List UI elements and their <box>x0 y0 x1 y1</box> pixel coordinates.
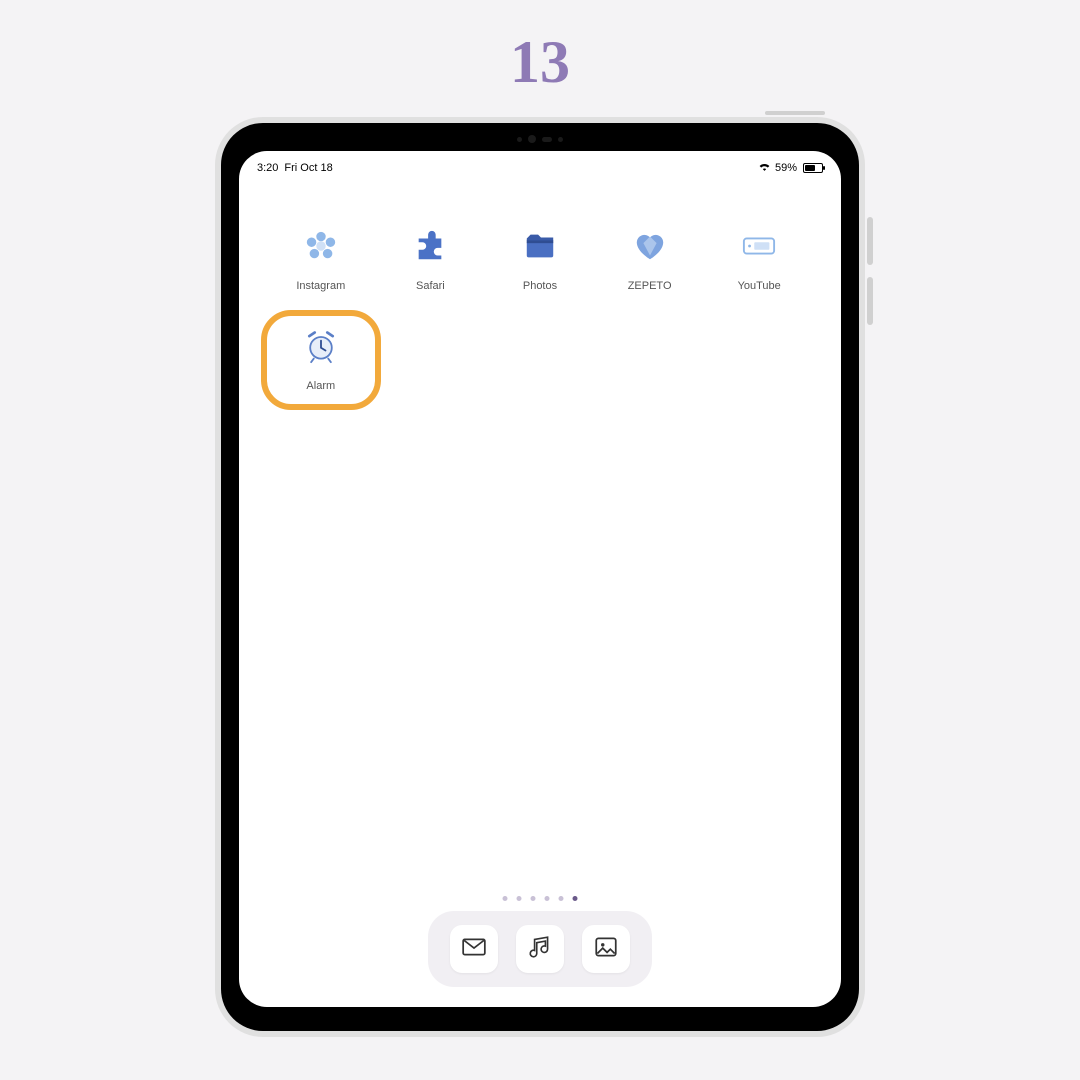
page-dot <box>559 896 564 901</box>
flower-icon <box>303 228 339 264</box>
app-label: Safari <box>416 280 445 292</box>
page-dot <box>531 896 536 901</box>
volume-down-button-icon <box>867 277 873 325</box>
selection-highlight <box>261 310 381 410</box>
dock <box>428 911 652 987</box>
dock-app-music[interactable] <box>516 925 564 973</box>
page-number: 13 <box>510 28 570 97</box>
power-button-icon <box>765 111 825 115</box>
device-landscape-icon <box>741 228 777 264</box>
dock-app-gallery[interactable] <box>582 925 630 973</box>
volume-up-button-icon <box>867 217 873 265</box>
app-safari[interactable]: Safari <box>388 228 472 292</box>
folder-icon <box>522 228 558 264</box>
heart-gem-icon <box>632 228 668 264</box>
page-dot <box>503 896 508 901</box>
tablet-frame: 3:20 Fri Oct 18 59% <box>215 117 865 1037</box>
app-alarm[interactable]: Alarm <box>279 328 363 392</box>
page-dot-active <box>573 896 578 901</box>
battery-percent: 59% <box>775 162 797 174</box>
screen: 3:20 Fri Oct 18 59% <box>239 151 841 1007</box>
tablet-bezel: 3:20 Fri Oct 18 59% <box>221 123 859 1031</box>
page-dot <box>517 896 522 901</box>
home-screen-grid: Instagram Safari <box>239 228 841 392</box>
status-date: Fri Oct 18 <box>284 162 332 174</box>
page-dot <box>545 896 550 901</box>
page-indicator[interactable] <box>503 896 578 901</box>
app-zepeto[interactable]: ZEPETO <box>608 228 692 292</box>
app-instagram[interactable]: Instagram <box>279 228 363 292</box>
image-icon <box>593 934 619 965</box>
app-label: YouTube <box>738 280 781 292</box>
wifi-icon <box>758 161 771 174</box>
app-label: Instagram <box>296 280 345 292</box>
app-photos[interactable]: Photos <box>498 228 582 292</box>
front-sensor-cluster <box>517 135 563 143</box>
battery-icon <box>803 163 823 173</box>
mail-icon <box>461 934 487 965</box>
music-note-icon <box>527 934 553 965</box>
app-youtube[interactable]: YouTube <box>717 228 801 292</box>
dock-app-mail[interactable] <box>450 925 498 973</box>
app-label: ZEPETO <box>628 280 672 292</box>
puzzle-icon <box>412 228 448 264</box>
app-label: Photos <box>523 280 557 292</box>
status-bar: 3:20 Fri Oct 18 59% <box>239 151 841 178</box>
status-time: 3:20 <box>257 162 278 174</box>
